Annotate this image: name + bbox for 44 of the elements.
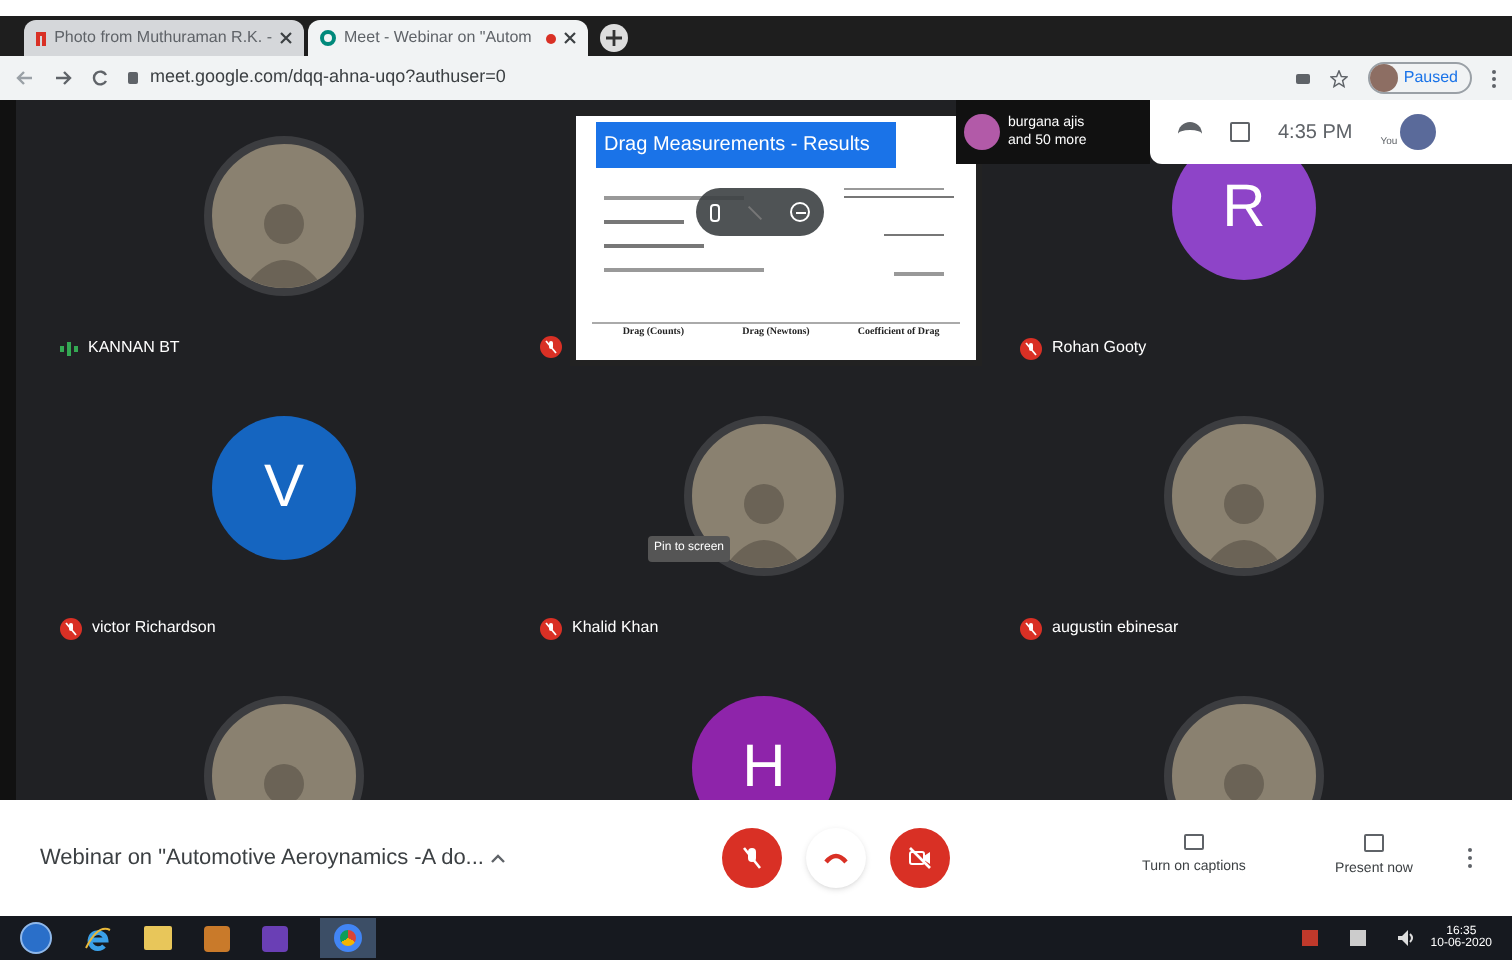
hang-up-button[interactable] [805,828,865,888]
chevron-up-icon[interactable] [490,853,506,863]
browser-icon[interactable] [84,924,112,952]
slide-title: Drag Measurements - Results [596,122,896,168]
pin-icon[interactable] [709,203,720,221]
url-field[interactable]: meet.google.com/dqq-ahna-uqo?authuser=0 [150,64,506,92]
chrome-taskbar-icon[interactable] [320,918,376,958]
avatar-letter: H [692,696,836,800]
avatar-photo-placeholder [1399,114,1436,150]
star-icon[interactable] [1329,69,1348,87]
avatar-photo-placeholder [964,114,1000,150]
participant-name: Khalid Khan [572,616,659,640]
present-icon [1364,834,1384,853]
volume-icon[interactable] [1398,930,1415,946]
tab-title: Meet - Webinar on "Autom [344,26,534,50]
tray-icon[interactable] [1302,930,1319,946]
mail-m-icon [36,31,47,45]
microphone-off-button[interactable] [721,828,781,888]
close-icon[interactable] [564,32,576,44]
microphone-off-icon [739,846,763,870]
reload-icon[interactable] [92,70,108,86]
browser-tab[interactable]: Meet - Webinar on "Autom [308,20,588,56]
avatar-letter: V [212,416,356,560]
remove-icon[interactable] [790,202,811,222]
phone-handset-icon [823,852,847,864]
lock-icon [128,72,138,84]
participant-name: KANNAN BT [88,336,180,360]
meet-icon [320,30,336,46]
camera-off-button[interactable] [889,828,949,888]
app-icon[interactable] [262,925,288,951]
captions-icon [1184,834,1204,851]
participant-name: augustin ebinesar [1052,616,1179,640]
forward-arrow-icon[interactable] [54,70,72,86]
camera-off-icon [907,846,931,870]
profile-button[interactable]: Paused [1367,62,1472,94]
participant-name: Rohan Gooty [1052,336,1147,360]
new-tab-button[interactable] [600,24,628,52]
start-button-icon[interactable] [20,922,52,954]
browser-tab[interactable]: Photo from Muthuraman R.K. - [24,20,304,56]
participant-name: victor Richardson [92,616,216,640]
meeting-title: Webinar on "Automotive Aeroynamics -A do... [40,843,486,874]
avatar-photo-placeholder [1369,64,1398,92]
close-icon[interactable] [280,32,292,44]
tab-title: Photo from Muthuraman R.K. - [54,26,272,50]
